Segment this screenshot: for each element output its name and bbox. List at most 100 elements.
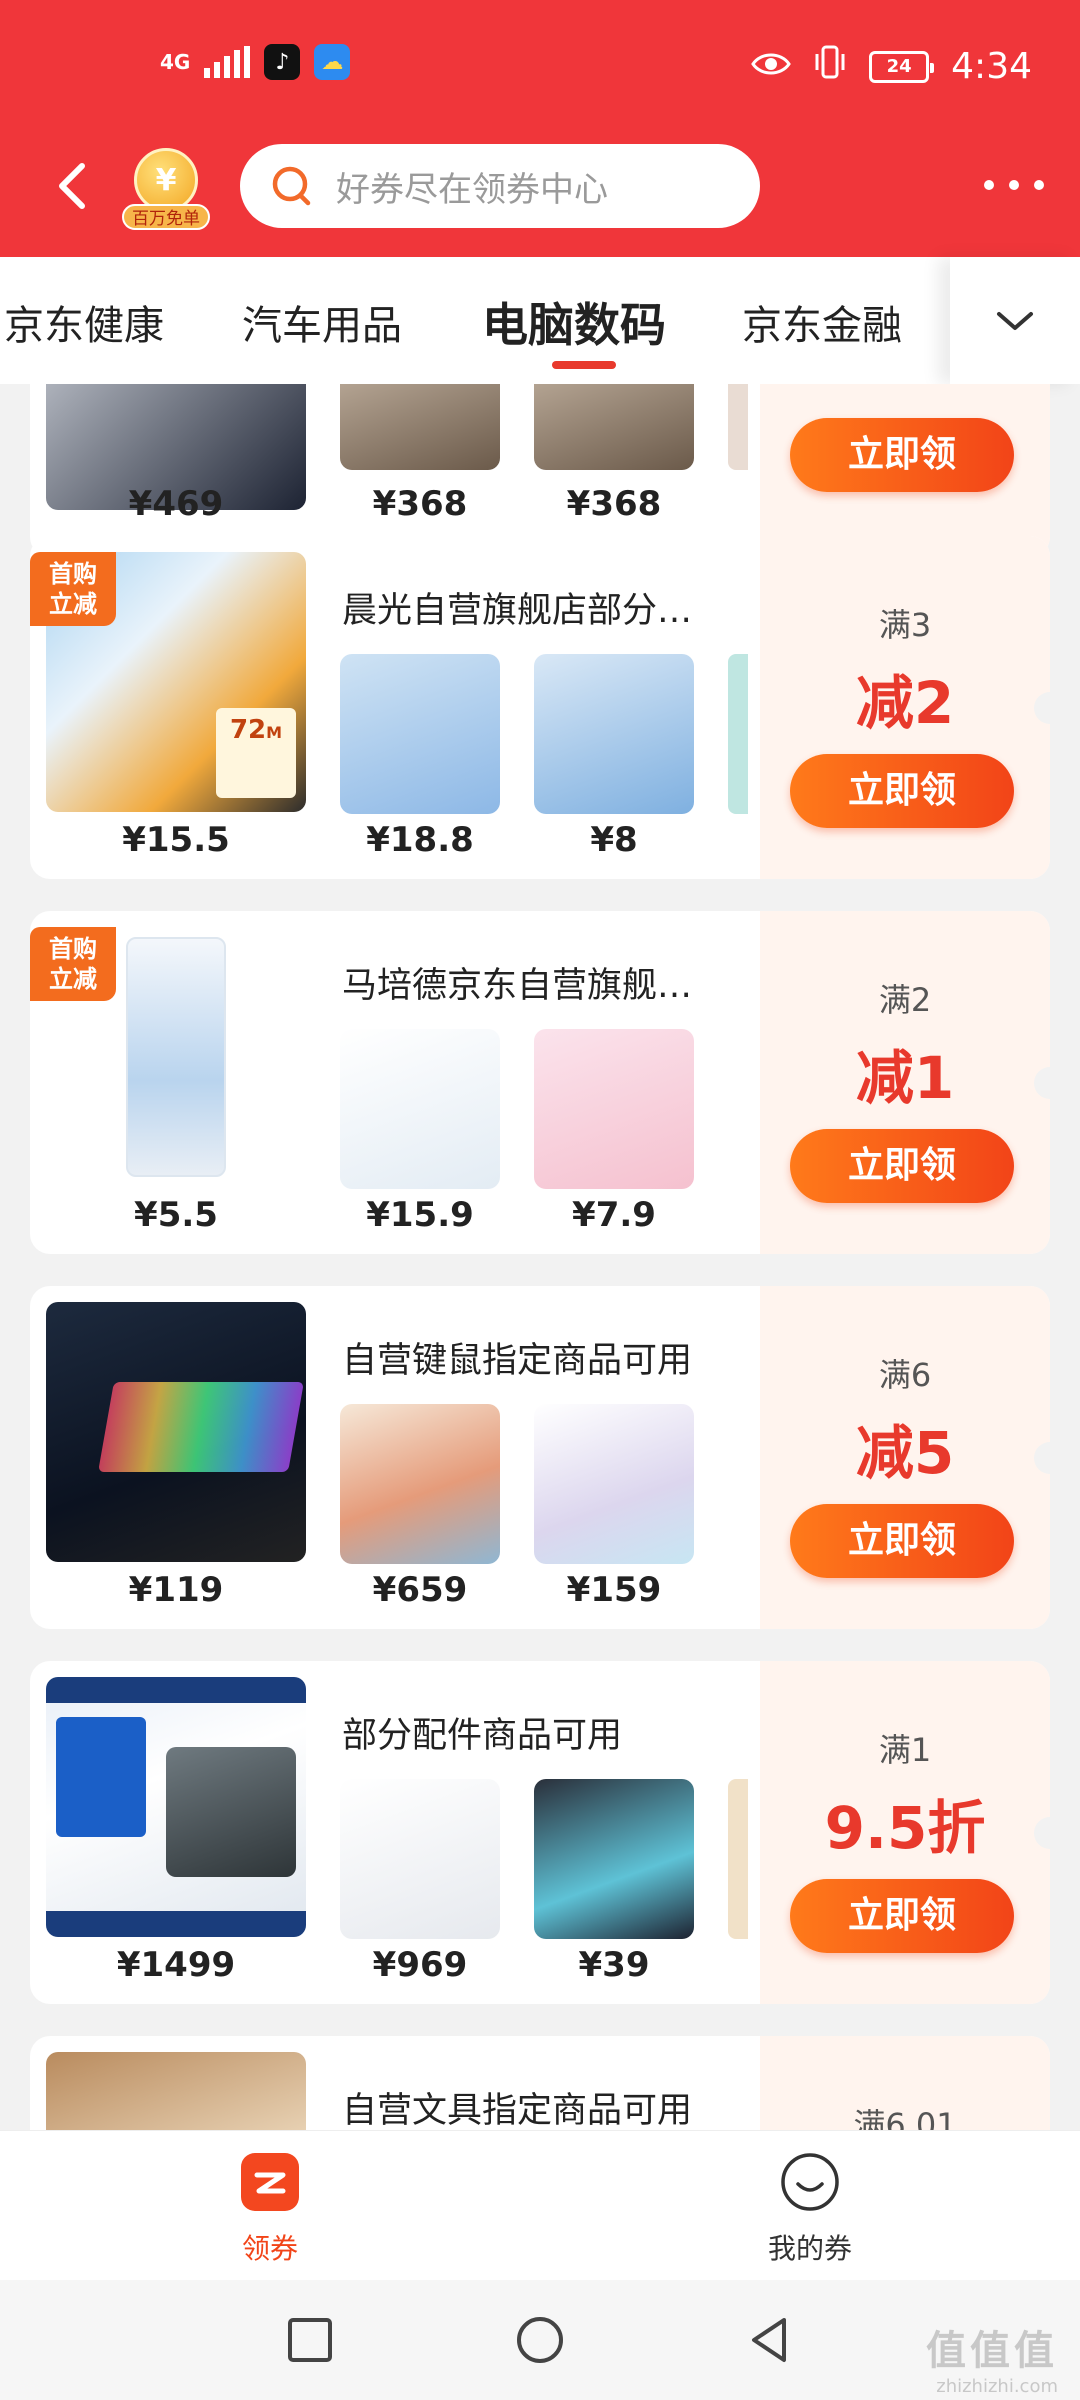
tab-finance[interactable]: 京东金融 (742, 293, 902, 351)
recent-apps-button[interactable] (280, 2310, 340, 2370)
vibrate-icon (813, 44, 847, 89)
coupon-value-panel: 满6 减5 立即领 (760, 1286, 1050, 1629)
product-price: ¥5.5 (134, 1195, 218, 1235)
product-image[interactable] (534, 1404, 694, 1564)
coupon-card: 部分配件商品可用 ¥1499 ¥969 ¥39 满1 9.5折 立即领 (30, 1661, 1050, 2004)
product-image[interactable] (46, 1302, 306, 1562)
clock: 4:34 (951, 46, 1032, 87)
coupon-threshold: 满3 (878, 606, 932, 644)
coupon-card: 自营文具指定商品可用 满6.01 (30, 2036, 1050, 2130)
claim-button[interactable]: 立即领 (790, 1504, 1014, 1578)
status-right: 24 4:34 (751, 44, 1032, 89)
coupon-list[interactable]: ¥469 ¥368 ¥368 立即领 72M 首购 立减 晨光自营旗舰店部分… ¥… (0, 384, 1080, 2130)
circle-icon (517, 2317, 563, 2363)
coupon-threshold: 满6 (878, 1356, 932, 1394)
product-price: ¥659 (372, 1570, 468, 1610)
screen: 4G ♪ ☁ 24 4:34 ¥ 百万免单 好券尽在领券中心 京东健康 汽车用品… (0, 0, 1080, 2400)
product-image[interactable] (340, 1404, 500, 1564)
more-options-button[interactable] (984, 170, 1044, 200)
product-price: ¥1499 (116, 1945, 236, 1985)
product-image[interactable] (46, 2052, 306, 2130)
claim-button[interactable]: 立即领 (790, 754, 1014, 828)
category-tabs: 京东健康 汽车用品 电脑数码 京东金融 (0, 257, 1080, 384)
signal-icon (204, 46, 251, 78)
coupon-threshold: 满2 (878, 981, 932, 1019)
app-header: 4G ♪ ☁ 24 4:34 ¥ 百万免单 好券尽在领券中心 (0, 0, 1080, 257)
back-arrow-icon (59, 163, 85, 209)
product-image[interactable] (340, 1779, 500, 1939)
product-image[interactable] (46, 1677, 306, 1937)
coupon-discount: 减2 (855, 669, 955, 737)
product-price: ¥119 (128, 1570, 224, 1610)
coin-icon: ¥ (134, 148, 198, 212)
tab-my-coupons[interactable]: 我的券 (710, 2151, 910, 2267)
coupon-discount: 减5 (855, 1419, 955, 1487)
product-image[interactable] (728, 384, 748, 470)
search-placeholder: 好券尽在领券中心 (336, 169, 608, 210)
status-bar: 4G ♪ ☁ 24 4:34 (0, 0, 1080, 120)
coupon-threshold: 满1 (878, 1731, 932, 1769)
product-image[interactable] (728, 1779, 748, 1939)
system-nav-bar (0, 2280, 1080, 2400)
tab-get-coupons-label: 领券 (241, 2232, 298, 2265)
product-image[interactable] (534, 1779, 694, 1939)
coupon-title[interactable]: 自营文具指定商品可用 (342, 2082, 692, 2130)
home-button[interactable] (510, 2310, 570, 2370)
weather-icon: ☁ (314, 44, 351, 80)
product-image[interactable] (340, 384, 500, 470)
more-dot-icon (1009, 180, 1019, 190)
claim-button[interactable]: 立即领 (790, 1129, 1014, 1203)
back-button[interactable] (48, 158, 98, 214)
product-price: ¥159 (566, 1570, 662, 1610)
product-image[interactable] (728, 654, 748, 814)
square-icon (288, 2318, 332, 2362)
network-type: 4G (160, 50, 191, 74)
product-price: ¥368 (372, 484, 468, 524)
product-price: ¥7.9 (572, 1195, 656, 1235)
product-image[interactable] (534, 1029, 694, 1189)
product-price: ¥368 (566, 484, 662, 524)
tab-health[interactable]: 京东健康 (4, 293, 164, 351)
coupon-discount: 9.5折 (824, 1794, 986, 1862)
coupon-value-panel: 立即领 (760, 384, 1050, 557)
free-order-badge[interactable]: ¥ 百万免单 (122, 148, 210, 230)
watermark-logo: 值值值 (926, 2328, 1058, 2374)
claim-button[interactable]: 立即领 (790, 418, 1014, 492)
more-dot-icon (1034, 180, 1044, 190)
product-price: ¥969 (372, 1945, 468, 1985)
coupon-title[interactable]: 马培德京东自营旗舰… (342, 957, 692, 1008)
tab-auto[interactable]: 汽车用品 (242, 293, 402, 351)
product-price: ¥8 (590, 820, 638, 860)
search-input[interactable]: 好券尽在领券中心 (240, 144, 760, 228)
product-image[interactable] (340, 1029, 500, 1189)
coupon-card: 自营键鼠指定商品可用 ¥119 ¥659 ¥159 满6 减5 立即领 (30, 1286, 1050, 1629)
tab-computer-digital[interactable]: 电脑数码 (482, 289, 666, 355)
product-price: ¥15.5 (122, 820, 230, 860)
smiley-icon (781, 2153, 839, 2211)
active-tab-indicator (552, 361, 616, 369)
product-image[interactable] (534, 384, 694, 470)
watermark-url: zhizhizhi.com (936, 2376, 1058, 2397)
expand-tabs-button[interactable] (950, 257, 1080, 384)
watermark: 值值值 zhizhizhi.com (926, 2318, 1058, 2397)
coupon-discount: 减1 (855, 1044, 955, 1112)
product-image[interactable] (534, 654, 694, 814)
eye-icon (751, 47, 791, 87)
coupon-title[interactable]: 晨光自营旗舰店部分… (342, 582, 692, 633)
claim-button[interactable]: 立即领 (790, 1879, 1014, 1953)
product-price: ¥469 (128, 484, 224, 524)
coupon-card: ¥469 ¥368 ¥368 立即领 (30, 384, 1050, 557)
tiktok-icon: ♪ (264, 44, 301, 80)
bottom-tab-bar: 领券 我的券 (0, 2130, 1080, 2280)
first-purchase-tag: 首购 立减 (30, 552, 116, 626)
product-image[interactable] (340, 654, 500, 814)
coupon-card: 首购 立减 马培德京东自营旗舰… ¥5.5 ¥15.9 ¥7.9 满2 减1 立即… (30, 911, 1050, 1254)
first-purchase-tag: 首购 立减 (30, 927, 116, 1001)
tab-get-coupons[interactable]: 领券 (170, 2151, 370, 2267)
coupon-title[interactable]: 自营键鼠指定商品可用 (342, 1332, 692, 1383)
chevron-down-icon (997, 311, 1033, 330)
back-nav-button[interactable] (740, 2310, 800, 2370)
coupon-value-panel: 满3 减2 立即领 (760, 536, 1050, 879)
nav-bar: ¥ 百万免单 好券尽在领券中心 (0, 130, 1080, 240)
coupon-title[interactable]: 部分配件商品可用 (342, 1707, 622, 1758)
